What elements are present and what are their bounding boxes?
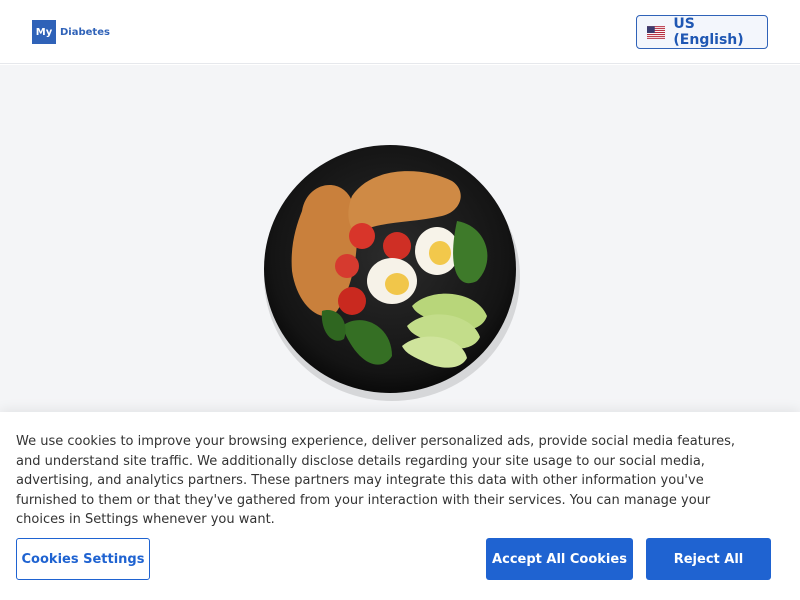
logo-text: Diabetes [60, 26, 110, 38]
accept-all-cookies-button[interactable]: Accept All Cookies [486, 538, 633, 580]
language-label: US (English) [673, 16, 744, 48]
food-plate-image [264, 145, 520, 401]
reject-all-button[interactable]: Reject All [646, 538, 771, 580]
cookies-settings-button[interactable]: Cookies Settings [16, 538, 150, 580]
cookie-banner-text: We use cookies to improve your browsing … [16, 434, 736, 527]
hero-section [0, 65, 800, 412]
site-logo[interactable]: My Diabetes [32, 20, 110, 44]
logo-box: My [32, 20, 56, 44]
us-flag-icon [647, 25, 666, 39]
site-header: My Diabetes US (English) [0, 0, 800, 64]
language-selector-button[interactable]: US (English) [636, 15, 768, 49]
